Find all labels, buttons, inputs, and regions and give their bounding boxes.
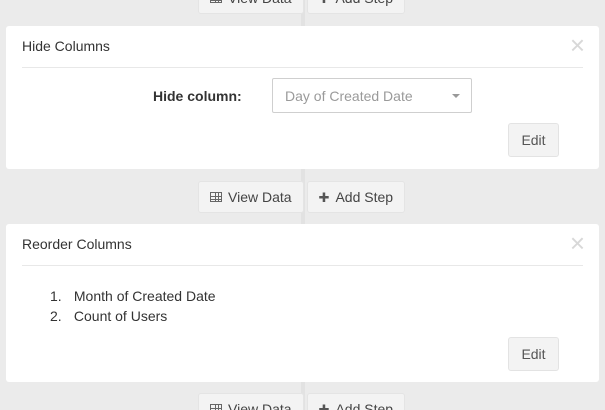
view-data-label: View Data — [228, 0, 292, 6]
hide-column-label: Hide column: — [153, 88, 242, 104]
list-label: Count of Users — [73, 308, 168, 324]
add-step-label: Add Step — [335, 0, 393, 6]
close-icon[interactable]: × — [570, 230, 585, 256]
list-item: 2. Count of Users — [50, 306, 216, 326]
step-actions-top: View Data ✚ Add Step — [198, 0, 406, 14]
column-order-list: 1. Month of Created Date 2. Count of Use… — [50, 286, 216, 326]
step-actions-bottom: View Data ✚ Add Step — [198, 393, 406, 410]
list-number: 2. — [50, 308, 62, 324]
view-data-button[interactable]: View Data — [198, 0, 304, 14]
table-grid-icon — [210, 192, 222, 202]
close-icon[interactable]: × — [570, 32, 585, 58]
divider — [22, 67, 583, 68]
view-data-button[interactable]: View Data — [198, 181, 304, 213]
list-label: Month of Created Date — [73, 288, 216, 304]
edit-label: Edit — [521, 346, 546, 362]
step-title: Hide Columns — [22, 38, 110, 54]
pipeline-canvas: View Data ✚ Add Step Hide Columns × Hide… — [0, 0, 605, 410]
hide-column-select[interactable]: Day of Created Date — [272, 78, 472, 113]
view-data-label: View Data — [228, 401, 292, 410]
view-data-button[interactable]: View Data — [198, 393, 304, 410]
table-grid-icon — [210, 0, 222, 3]
add-step-button[interactable]: ✚ Add Step — [306, 0, 406, 14]
divider — [22, 265, 583, 266]
add-step-label: Add Step — [335, 401, 394, 410]
list-number: 1. — [50, 288, 62, 304]
step-actions-middle: View Data ✚ Add Step — [198, 181, 406, 213]
reorder-columns-step: Reorder Columns × 1. Month of Created Da… — [6, 224, 599, 382]
caret-down-icon — [452, 94, 460, 98]
list-item: 1. Month of Created Date — [50, 286, 216, 306]
view-data-label: View Data — [228, 189, 292, 205]
plus-icon: ✚ — [319, 0, 330, 5]
table-grid-icon — [210, 404, 222, 410]
plus-icon: ✚ — [318, 189, 330, 205]
step-title: Reorder Columns — [22, 236, 132, 252]
select-value: Day of Created Date — [285, 87, 413, 104]
add-step-button[interactable]: ✚ Add Step — [306, 393, 406, 410]
edit-label: Edit — [521, 132, 546, 148]
hide-columns-step: Hide Columns × Hide column: Day of Creat… — [6, 26, 599, 169]
add-step-button[interactable]: ✚ Add Step — [306, 181, 406, 213]
edit-button[interactable]: Edit — [508, 123, 559, 157]
plus-icon: ✚ — [318, 401, 330, 410]
add-step-label: Add Step — [335, 189, 394, 205]
edit-button[interactable]: Edit — [508, 337, 559, 371]
